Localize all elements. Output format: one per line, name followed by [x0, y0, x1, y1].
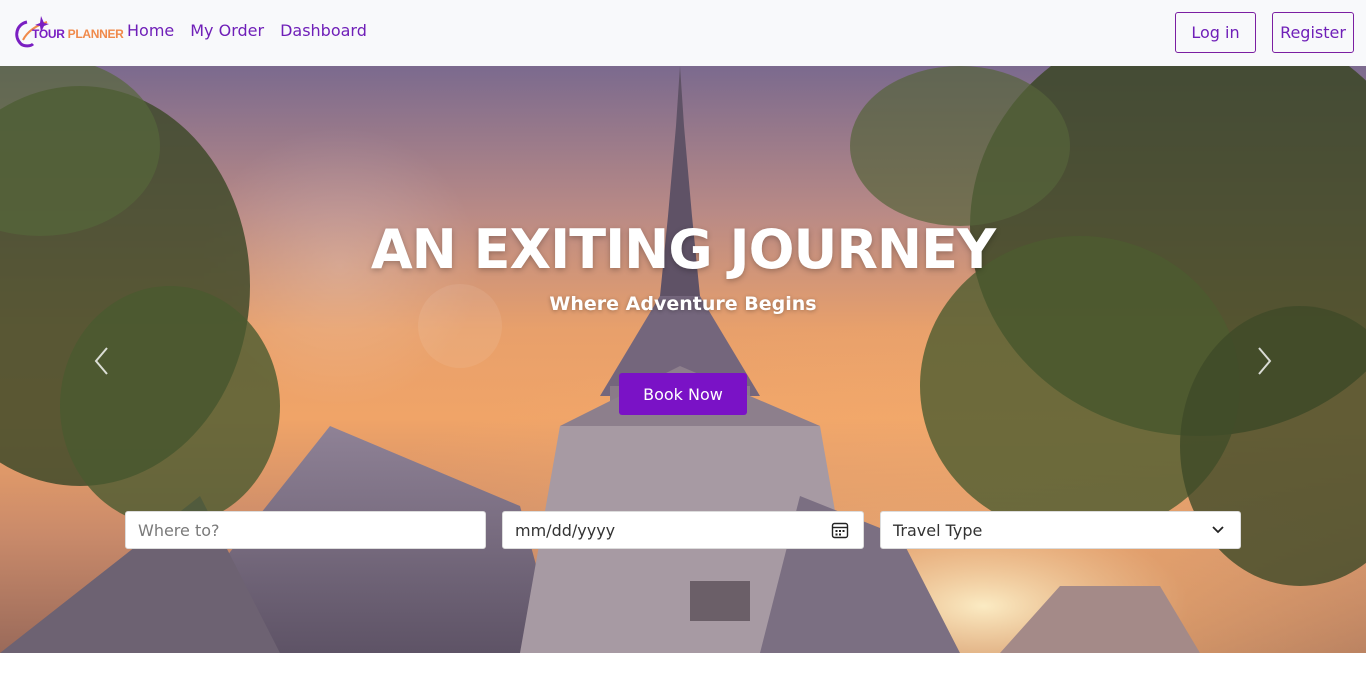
calendar-icon[interactable]: [831, 521, 849, 539]
hero-subtitle: Where Adventure Begins: [549, 293, 817, 315]
hero-carousel: AN EXITING JOURNEY Where Adventure Begin…: [0, 66, 1366, 653]
chevron-right-icon: [1258, 347, 1272, 375]
nav-home-link[interactable]: Home: [127, 21, 174, 40]
navbar: TOUR PLANNER Home My Order Dashboard Log…: [0, 0, 1366, 66]
logo-tour-text: TOUR: [32, 27, 65, 41]
tour-planner-logo[interactable]: TOUR PLANNER: [13, 14, 124, 50]
book-now-button[interactable]: Book Now: [619, 373, 747, 415]
destination-input[interactable]: [138, 520, 485, 540]
travel-type-select[interactable]: Travel Type: [880, 511, 1241, 549]
login-button[interactable]: Log in: [1175, 12, 1256, 53]
travel-type-value: Travel Type: [893, 520, 983, 540]
chevron-down-icon: [1212, 526, 1224, 534]
logo-planner-text: PLANNER: [67, 27, 124, 41]
register-button[interactable]: Register: [1272, 12, 1354, 53]
nav-dashboard-link[interactable]: Dashboard: [280, 21, 367, 40]
hero-title: AN EXITING JOURNEY: [370, 218, 996, 281]
nav-links: Home My Order Dashboard: [127, 21, 367, 40]
carousel-next-button[interactable]: [1254, 346, 1274, 376]
date-input-value: mm/dd/yyyy: [515, 520, 616, 540]
temple-sunset-image: [0, 66, 1366, 653]
carousel-prev-button[interactable]: [92, 346, 112, 376]
chevron-left-icon: [94, 347, 108, 375]
date-field[interactable]: mm/dd/yyyy: [502, 511, 864, 549]
nav-my-order-link[interactable]: My Order: [190, 21, 264, 40]
destination-field[interactable]: [125, 511, 486, 549]
